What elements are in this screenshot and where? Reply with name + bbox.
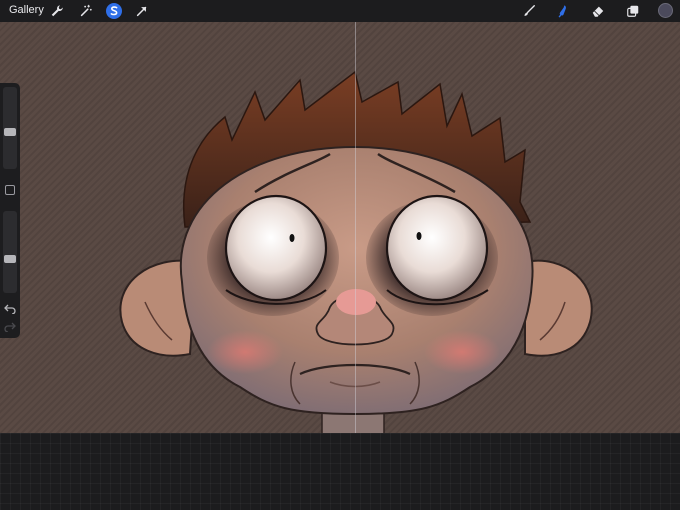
symmetry-guide-line [355, 22, 356, 433]
undo-icon[interactable] [3, 303, 17, 315]
opacity-slider[interactable] [3, 211, 17, 293]
gallery-button[interactable]: Gallery [9, 4, 44, 16]
brush-icon[interactable] [521, 3, 537, 19]
eraser-icon[interactable] [590, 3, 606, 19]
left-sidebar [0, 83, 20, 338]
color-picker-button[interactable] [658, 3, 673, 18]
bottom-dock-area [0, 433, 680, 510]
redo-icon[interactable] [3, 321, 17, 333]
selection-icon[interactable] [106, 3, 122, 19]
face-illustration [119, 70, 593, 433]
opacity-thumb[interactable] [4, 255, 16, 263]
top-toolbar: Gallery [0, 0, 680, 22]
brush-size-slider[interactable] [3, 87, 17, 169]
layers-icon[interactable] [625, 3, 641, 19]
drawing-canvas[interactable] [0, 22, 680, 433]
magic-wand-icon[interactable] [78, 3, 94, 19]
procreate-app: Gallery [0, 0, 680, 510]
modify-square-icon[interactable] [5, 185, 15, 195]
smudge-icon[interactable] [555, 3, 571, 19]
transform-arrow-icon[interactable] [134, 3, 150, 19]
brush-size-thumb[interactable] [4, 128, 16, 136]
wrench-icon[interactable] [49, 3, 65, 19]
